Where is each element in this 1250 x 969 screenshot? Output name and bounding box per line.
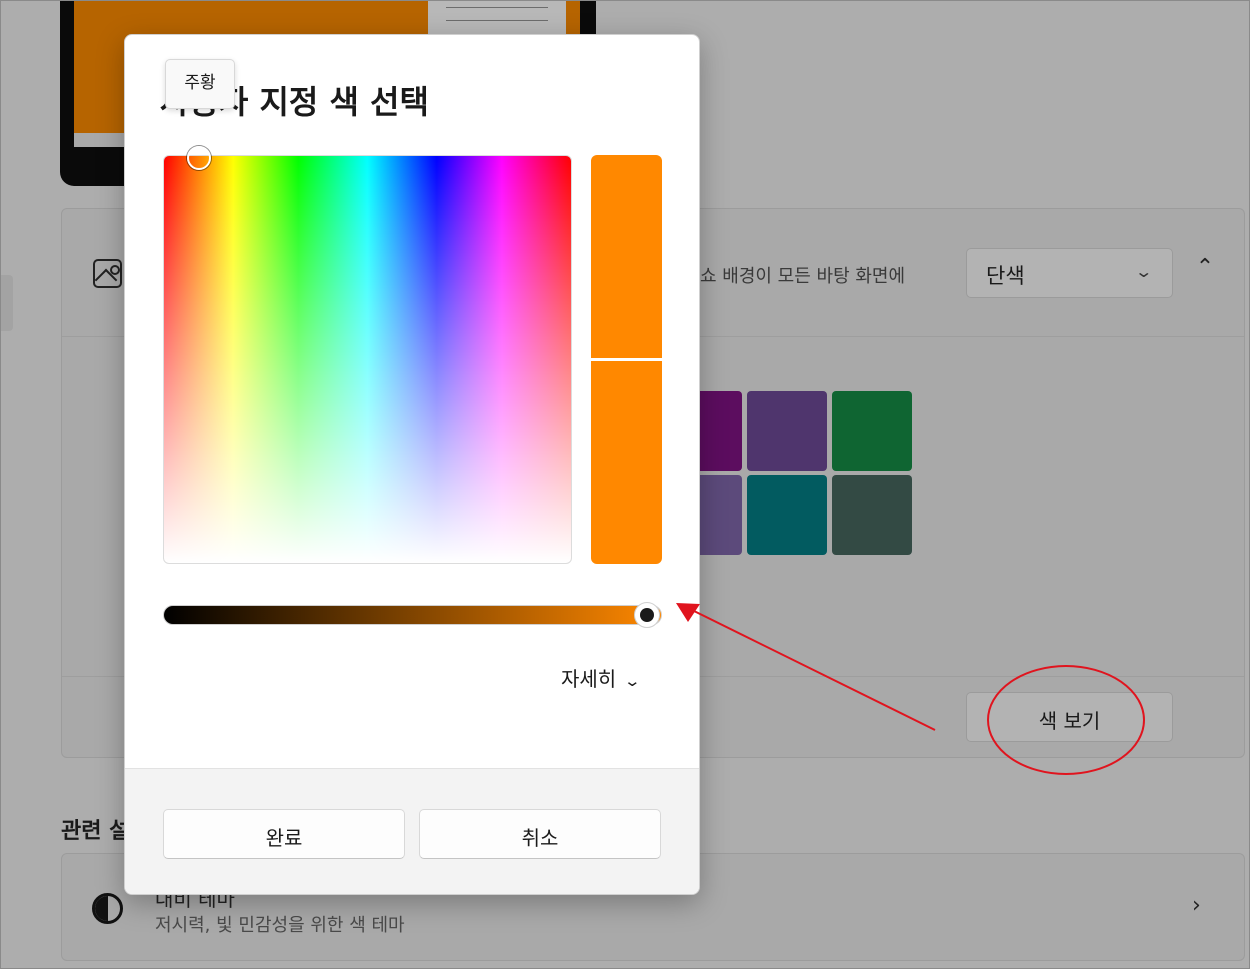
contrast-themes-subtitle: 저시력, 빛 민감성을 위한 색 테마 — [155, 915, 405, 936]
color-swatch[interactable] — [832, 391, 912, 471]
contrast-icon — [92, 893, 123, 924]
cancel-button[interactable]: 취소 — [419, 809, 661, 859]
details-label: 자세히 — [561, 667, 617, 691]
chevron-down-icon: ⌄ — [623, 672, 642, 690]
color-swatch[interactable] — [747, 391, 827, 471]
details-toggle[interactable]: 자세히 ⌄ — [561, 663, 642, 692]
previous-color-preview — [591, 361, 662, 564]
nav-selection-indicator — [0, 275, 13, 331]
chevron-right-icon: › — [1192, 893, 1201, 918]
image-icon — [93, 259, 122, 288]
dropdown-value: 단색 — [986, 264, 1025, 288]
chevron-down-icon: ⌄ — [1133, 262, 1153, 281]
value-slider-thumb[interactable] — [634, 602, 660, 628]
spectrum-thumb[interactable] — [187, 146, 211, 170]
value-slider[interactable] — [163, 605, 662, 625]
color-swatch[interactable] — [832, 475, 912, 555]
color-spectrum[interactable] — [163, 155, 572, 564]
view-colors-button[interactable]: 색 보기 — [966, 692, 1173, 742]
background-type-dropdown[interactable]: 단색 ⌄ — [966, 248, 1173, 298]
done-button[interactable]: 완료 — [163, 809, 405, 859]
color-name-tooltip: 주황 — [165, 59, 235, 109]
background-description: 쇼 배경이 모든 바탕 화면에 — [700, 266, 906, 287]
color-swatch[interactable] — [747, 475, 827, 555]
related-settings-heading: 관련 설 — [61, 819, 130, 844]
custom-color-dialog: 사용자 지정 색 선택 주황 자세히 ⌄ 완료 취소 — [124, 34, 700, 895]
color-preview — [591, 155, 662, 564]
chevron-up-icon[interactable]: ⌃ — [1190, 255, 1220, 285]
dialog-footer: 완료 취소 — [125, 768, 699, 894]
new-color-preview — [591, 155, 662, 358]
